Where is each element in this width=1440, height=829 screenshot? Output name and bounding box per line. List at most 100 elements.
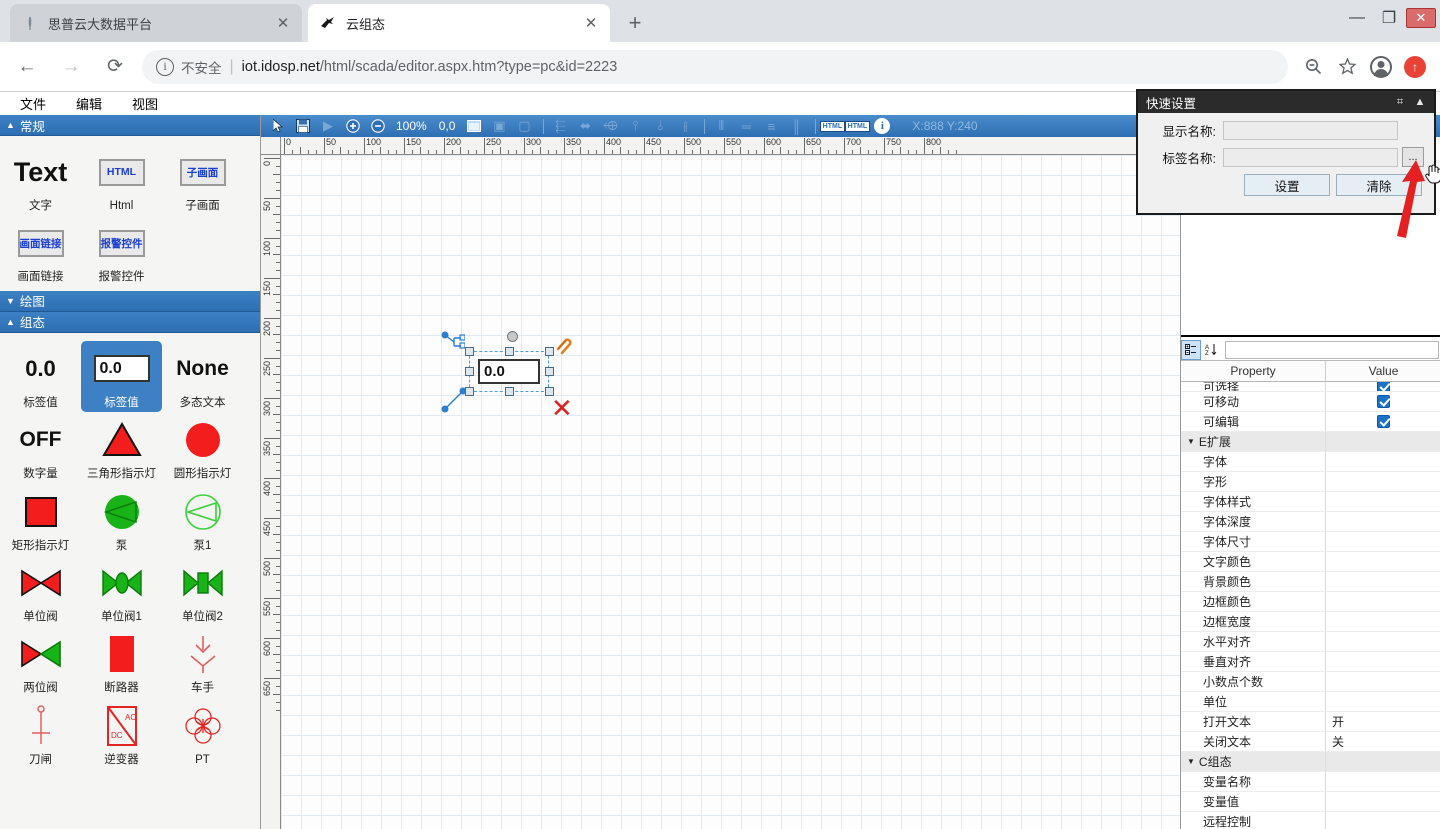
resize-handle-n[interactable] [505,347,514,356]
menu-file[interactable]: 文件 [10,92,56,115]
site-info-icon[interactable]: i [156,58,174,76]
property-value[interactable] [1326,592,1440,611]
pointer-icon[interactable] [267,116,289,136]
palette-group-scada[interactable]: ▲ 组态 [0,312,260,333]
property-row[interactable]: 可移动 [1181,392,1440,412]
property-row[interactable]: 可编辑 [1181,412,1440,432]
zoom-out-icon[interactable] [367,116,389,136]
collapse-icon[interactable]: ⌗ [1390,93,1410,111]
property-value[interactable] [1326,552,1440,571]
back-icon[interactable]: ← [10,50,44,84]
property-row[interactable]: 打开文本开 [1181,712,1440,732]
selected-tagvalue-field[interactable]: 0.0 [478,359,540,384]
info-icon[interactable]: i [871,116,893,136]
property-value[interactable] [1326,472,1440,491]
zoom-out-icon[interactable] [1298,52,1328,82]
same-height-icon[interactable]: ≡ [760,116,782,136]
account-icon[interactable] [1366,52,1396,82]
property-value[interactable]: 关 [1326,732,1440,751]
property-value[interactable] [1326,452,1440,471]
minimize-icon[interactable]: ▲ [1410,93,1430,111]
run-icon[interactable]: ▶ [317,116,339,136]
categorize-icon[interactable] [1181,340,1201,360]
resize-handle-e[interactable] [545,367,554,376]
html-import-icon[interactable]: HTML [846,116,868,136]
delete-widget-icon[interactable]: ✕ [551,395,573,421]
palette-item-html[interactable]: HTML Html [81,144,162,215]
align-middle-icon[interactable]: ⫰ [649,116,671,136]
property-category-row[interactable]: ▼C组态 [1181,752,1440,772]
zoom-in-icon[interactable] [342,116,364,136]
tag-name-input[interactable] [1223,148,1398,167]
new-tab-button[interactable]: + [618,8,652,38]
sort-alpha-icon[interactable]: A Z [1201,340,1221,360]
chevron-down-icon[interactable]: ▼ [1187,437,1195,446]
property-row[interactable]: 水平对齐 [1181,632,1440,652]
property-row[interactable]: 字形 [1181,472,1440,492]
palette-item-breaker[interactable]: 断路器 [81,626,162,697]
palette-item-valve1[interactable]: 单位阀1 [81,555,162,626]
display-name-input[interactable] [1223,121,1398,140]
design-canvas[interactable]: 0.0 ✕ [281,155,1180,829]
property-row[interactable]: 字体深度 [1181,512,1440,532]
palette-item-text[interactable]: Text 文字 [0,144,81,215]
resize-handle-s[interactable] [505,387,514,396]
properties-table-body[interactable]: 可选择可移动可编辑▼E扩展字体字形字体样式字体深度字体尺寸文字颜色背景颜色边框颜… [1181,382,1440,829]
property-value[interactable]: 开 [1326,712,1440,731]
property-row[interactable]: 变量名称 [1181,772,1440,792]
palette-item-triangle-lamp[interactable]: 三角形指示灯 [81,412,162,483]
star-icon[interactable] [1332,52,1362,82]
property-value[interactable] [1326,652,1440,671]
property-value[interactable] [1326,412,1440,431]
align-bottom-icon[interactable]: ⫲ [674,116,696,136]
save-icon[interactable] [292,116,314,136]
palette-group-drawing[interactable]: ▼ 绘图 [0,291,260,312]
property-value[interactable] [1326,572,1440,591]
align-left-icon[interactable]: ⬱ [549,116,571,136]
update-icon[interactable]: ↑ [1400,52,1430,82]
palette-item-pt[interactable]: PT [162,698,243,769]
property-value[interactable] [1326,772,1440,791]
palette-item-rect-lamp[interactable]: 矩形指示灯 [0,484,81,555]
checkbox-checked-icon[interactable] [1377,382,1390,392]
property-row[interactable]: 背景颜色 [1181,572,1440,592]
property-value[interactable] [1326,382,1440,391]
property-value[interactable] [1326,492,1440,511]
property-value[interactable] [1326,792,1440,811]
palette-item-valve2[interactable]: 单位阀2 [162,555,243,626]
checkbox-checked-icon[interactable] [1377,415,1390,428]
palette-item-pump1[interactable]: 泵1 [162,484,243,555]
palette-item-alarm[interactable]: 报警控件 报警控件 [81,215,162,286]
property-category-row[interactable]: ▼E扩展 [1181,432,1440,452]
window-restore-button[interactable]: ❐ [1374,5,1404,31]
palette-item-digital[interactable]: OFF 数字量 [0,412,81,483]
property-row[interactable]: 字体样式 [1181,492,1440,512]
palette-item-tagvalue[interactable]: 0.0 标签值 [0,341,81,412]
property-row[interactable]: 字体 [1181,452,1440,472]
align-top-icon[interactable]: ⫯ [624,116,646,136]
property-row[interactable]: 小数点个数 [1181,672,1440,692]
rotate-handle-icon[interactable] [507,331,518,342]
address-bar[interactable]: i 不安全 | iot.idosp.net/html/scada/editor.… [142,50,1288,84]
html-export-icon[interactable]: HTML [821,116,843,136]
grid-icon[interactable] [463,116,485,136]
browser-tab-1-close[interactable]: ✕ [580,12,602,34]
checkbox-checked-icon[interactable] [1377,395,1390,408]
reload-icon[interactable]: ⟳ [98,50,132,84]
palette-item-valve[interactable]: 单位阀 [0,555,81,626]
property-row[interactable]: 字体尺寸 [1181,532,1440,552]
align-center-icon[interactable]: ⬌ [574,116,596,136]
property-row[interactable]: 变量值 [1181,792,1440,812]
property-row[interactable]: 远程控制 [1181,812,1440,829]
property-row[interactable]: 边框宽度 [1181,612,1440,632]
group-icon[interactable]: ▣ [488,116,510,136]
property-row[interactable]: 可选择 [1181,382,1440,392]
connector-icon-2[interactable] [441,387,467,418]
ungroup-icon[interactable]: ▢ [513,116,535,136]
connector-icon[interactable] [441,331,465,358]
chevron-down-icon[interactable]: ▼ [1187,757,1195,766]
align-right-icon[interactable]: ⬲ [599,116,621,136]
palette-item-inverter[interactable]: AC DC 逆变器 [81,698,162,769]
property-row[interactable]: 边框颜色 [1181,592,1440,612]
property-value[interactable] [1326,612,1440,631]
